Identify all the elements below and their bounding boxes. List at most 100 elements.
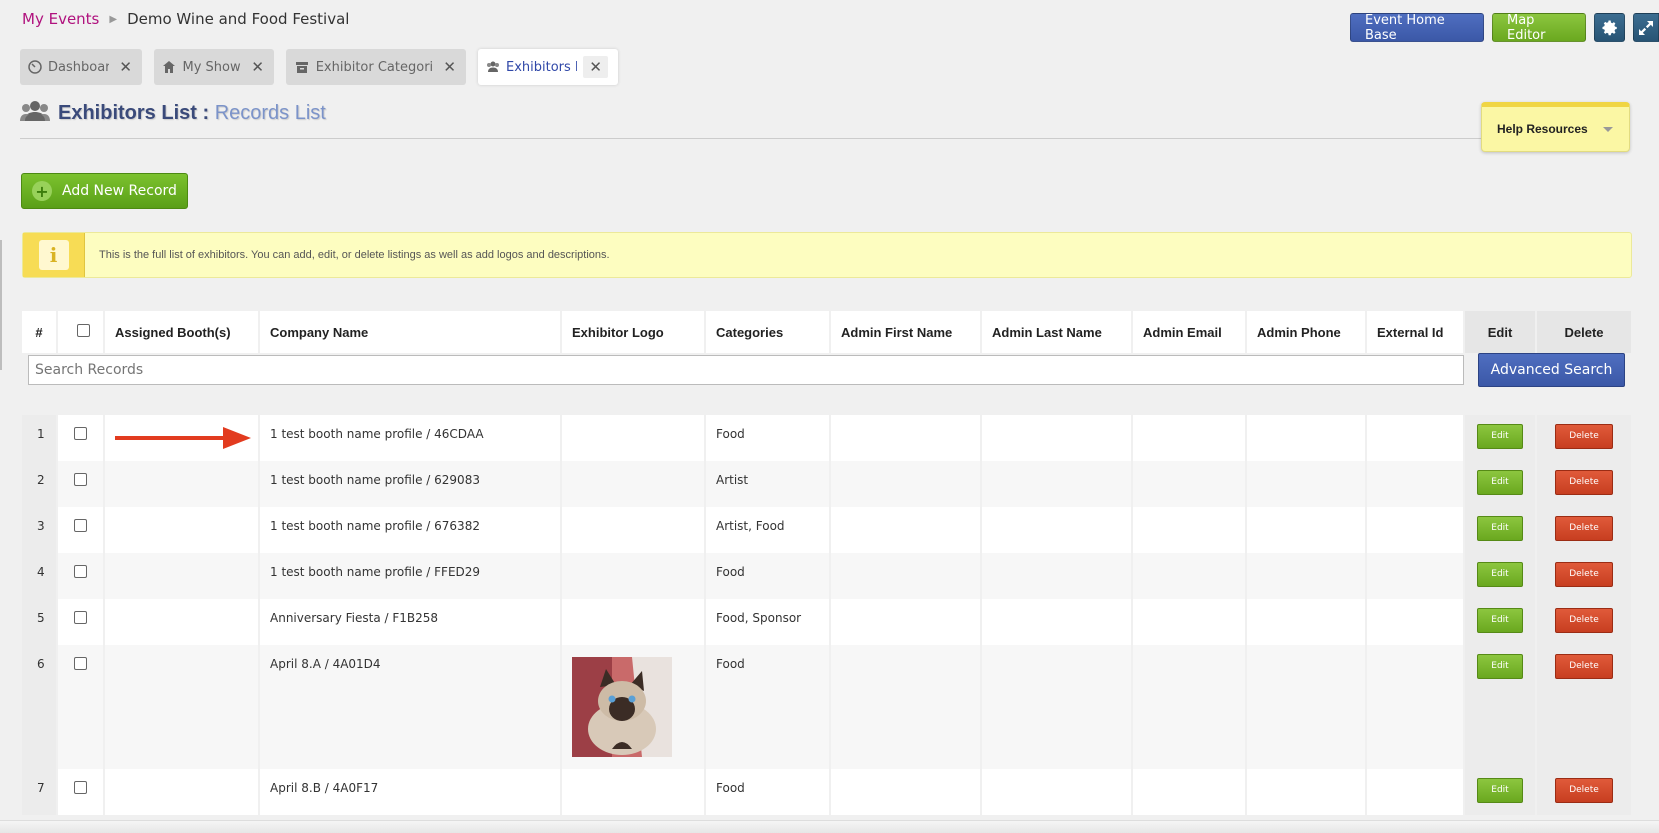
row-select-cell: [57, 599, 105, 645]
delete-button[interactable]: Delete: [1555, 470, 1613, 495]
tab-dashboard[interactable]: Dashboard ✕: [20, 49, 142, 85]
admin-first-name-cell: [830, 507, 982, 553]
delete-button[interactable]: Delete: [1555, 424, 1613, 449]
company-name-cell: 1 test booth name profile / FFED29: [259, 553, 562, 599]
delete-cell: Delete: [1536, 461, 1633, 507]
edit-button[interactable]: Edit: [1477, 470, 1523, 495]
delete-button[interactable]: Delete: [1555, 654, 1613, 679]
table-row[interactable]: 6 April 8.A / 4A01D4 Food Edit Delete: [22, 645, 1633, 769]
table-row[interactable]: 1 1 test booth name profile / 46CDAA Food E…: [22, 415, 1633, 461]
tab-exhibitor-categories[interactable]: Exhibitor Categories ✕: [286, 49, 466, 85]
col-phone-header[interactable]: Admin Phone: [1246, 311, 1367, 353]
col-external-id-header[interactable]: External Id: [1366, 311, 1465, 353]
edit-cell: Edit: [1464, 645, 1537, 769]
row-checkbox[interactable]: [74, 657, 87, 670]
col-booths-header[interactable]: Assigned Booth(s): [104, 311, 260, 353]
admin-last-name-cell: [981, 507, 1133, 553]
settings-button[interactable]: [1594, 13, 1625, 42]
advanced-search-button[interactable]: Advanced Search: [1478, 353, 1625, 387]
info-icon-box: i: [23, 233, 85, 277]
delete-button[interactable]: Delete: [1555, 608, 1613, 633]
select-all-checkbox[interactable]: [77, 324, 90, 337]
admin-phone-cell: [1246, 553, 1367, 599]
search-input[interactable]: [28, 355, 1464, 385]
assigned-booths-cell: [104, 507, 260, 553]
table-row[interactable]: 5 Anniversary Fiesta / F1B258 Food, Sponso…: [22, 599, 1633, 645]
assigned-booths-cell: [104, 645, 260, 769]
event-home-base-button[interactable]: Event Home Base: [1350, 13, 1484, 43]
table-row[interactable]: 3 1 test booth name profile / 676382 Artis…: [22, 507, 1633, 553]
fullscreen-button[interactable]: [1633, 13, 1659, 42]
close-icon[interactable]: ✕: [583, 56, 608, 78]
row-checkbox[interactable]: [74, 781, 87, 794]
col-edit-header: Edit: [1464, 311, 1537, 353]
edit-cell: Edit: [1464, 599, 1537, 645]
table-row[interactable]: 7 April 8.B / 4A0F17 Food Edit Delete: [22, 769, 1633, 815]
admin-email-cell: [1132, 415, 1247, 461]
company-name-cell: April 8.B / 4A0F17: [259, 769, 562, 815]
delete-cell: Delete: [1536, 769, 1633, 815]
tab-label: Exhibitor Categories: [315, 59, 434, 75]
row-number: 4: [22, 553, 58, 599]
close-icon[interactable]: ✕: [443, 58, 456, 76]
edit-button[interactable]: Edit: [1477, 516, 1523, 541]
info-icon: i: [38, 240, 69, 270]
edit-button[interactable]: Edit: [1477, 654, 1523, 679]
admin-last-name-cell: [981, 553, 1133, 599]
external-id-cell: [1366, 507, 1465, 553]
col-categories-header[interactable]: Categories: [705, 311, 831, 353]
delete-button[interactable]: Delete: [1555, 778, 1613, 803]
col-company-header[interactable]: Company Name: [259, 311, 562, 353]
edit-button[interactable]: Edit: [1477, 778, 1523, 803]
admin-email-cell: [1132, 599, 1247, 645]
categories-cell: Food: [705, 645, 831, 769]
admin-phone-cell: [1246, 645, 1367, 769]
edit-button[interactable]: Edit: [1477, 562, 1523, 587]
row-checkbox[interactable]: [74, 519, 87, 532]
col-email-header[interactable]: Admin Email: [1132, 311, 1247, 353]
admin-email-cell: [1132, 507, 1247, 553]
close-icon[interactable]: ✕: [119, 58, 132, 76]
categories-cell: Food: [705, 553, 831, 599]
map-editor-button[interactable]: Map Editor: [1492, 13, 1586, 43]
breadcrumb-my-events-link[interactable]: My Events: [22, 10, 99, 28]
admin-first-name-cell: [830, 461, 982, 507]
tab-exhibitors-list[interactable]: Exhibitors List ✕: [478, 49, 618, 85]
categories-cell: Food: [705, 769, 831, 815]
row-number: 6: [22, 645, 58, 769]
external-id-cell: [1366, 769, 1465, 815]
table-row[interactable]: 2 1 test booth name profile / 629083 Artis…: [22, 461, 1633, 507]
delete-button[interactable]: Delete: [1555, 516, 1613, 541]
col-first-name-header[interactable]: Admin First Name: [830, 311, 982, 353]
company-name-cell: 1 test booth name profile / 46CDAA: [259, 415, 562, 461]
plus-icon: +: [32, 181, 52, 201]
dashboard-icon: [28, 59, 42, 75]
row-checkbox[interactable]: [74, 565, 87, 578]
table-row[interactable]: 4 1 test booth name profile / FFED29 Food E…: [22, 553, 1633, 599]
info-banner: i This is the full list of exhibitors. Y…: [22, 232, 1632, 278]
admin-first-name-cell: [830, 599, 982, 645]
admin-phone-cell: [1246, 507, 1367, 553]
row-checkbox[interactable]: [74, 611, 87, 624]
delete-button[interactable]: Delete: [1555, 562, 1613, 587]
admin-last-name-cell: [981, 769, 1133, 815]
add-new-record-button[interactable]: + Add New Record: [21, 173, 188, 209]
col-number-header: #: [22, 311, 58, 353]
exhibitor-logo-image: [572, 657, 672, 757]
row-checkbox[interactable]: [74, 473, 87, 486]
edit-button[interactable]: Edit: [1477, 608, 1523, 633]
tab-my-shows[interactable]: My Shows ✕: [154, 49, 274, 85]
users-icon: [486, 59, 500, 75]
edit-button[interactable]: Edit: [1477, 424, 1523, 449]
col-logo-header[interactable]: Exhibitor Logo: [561, 311, 706, 353]
info-text: This is the full list of exhibitors. You…: [99, 249, 610, 261]
delete-cell: Delete: [1536, 507, 1633, 553]
close-icon[interactable]: ✕: [251, 58, 264, 76]
row-checkbox[interactable]: [74, 427, 87, 440]
breadcrumb: My Events ▶ Demo Wine and Food Festival: [22, 10, 349, 28]
gear-icon: [1602, 20, 1617, 35]
help-resources-dropdown[interactable]: Help Resources: [1481, 102, 1630, 152]
col-last-name-header[interactable]: Admin Last Name: [981, 311, 1133, 353]
categories-cell: Artist, Food: [705, 507, 831, 553]
assigned-booths-cell: [104, 553, 260, 599]
